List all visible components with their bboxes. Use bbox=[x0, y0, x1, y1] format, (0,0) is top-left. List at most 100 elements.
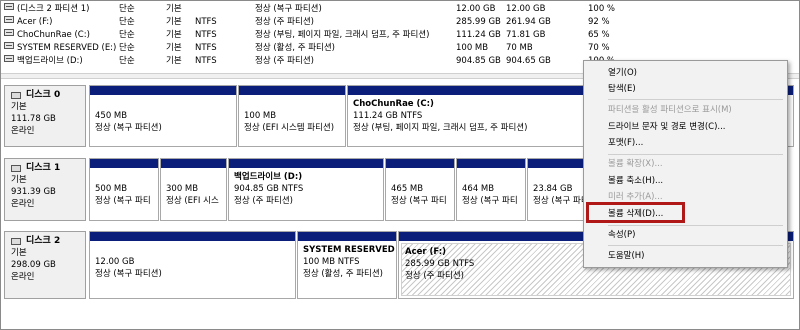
disk-info[interactable]: 디스크 0 기본 111.78 GB 온라인 bbox=[4, 85, 86, 147]
partition[interactable]: 12.00 GB 정상 (복구 파티션) bbox=[89, 231, 296, 299]
partition-size: 904.85 GB NTFS bbox=[234, 184, 304, 194]
volume-free-pct: 100 % bbox=[588, 4, 616, 14]
volume-type: 기본 bbox=[166, 4, 182, 14]
partition[interactable]: SYSTEM RESERVED ( 100 MB NTFS 정상 (활성, 주 … bbox=[297, 231, 397, 299]
disk-type: 기본 bbox=[11, 175, 27, 185]
partition[interactable]: 464 MB 정상 (복구 파티 bbox=[456, 158, 526, 221]
partition-bar bbox=[229, 159, 383, 168]
disk-icon bbox=[11, 237, 21, 245]
disk-icon bbox=[11, 164, 21, 172]
menu-item-change-letter[interactable]: 드라이브 문자 및 경로 변경(C)... bbox=[608, 119, 726, 135]
volume-fs: NTFS bbox=[195, 56, 217, 66]
partition-status: 정상 (복구 파티 bbox=[391, 196, 447, 206]
partition[interactable]: 백업드라이브 (D:) 904.85 GB NTFS 정상 (주 파티션) bbox=[228, 158, 384, 221]
volume-free-pct: 70 % bbox=[588, 43, 610, 53]
partition-status: 정상 (EFI 시스템 파티션) bbox=[244, 123, 335, 133]
menu-item-open[interactable]: 열기(O) bbox=[608, 65, 637, 81]
volume-free-pct: 92 % bbox=[588, 17, 610, 27]
volume-name: (디스크 2 파티션 1) bbox=[17, 4, 90, 14]
menu-separator bbox=[608, 154, 783, 155]
menu-item-format[interactable]: 포맷(F)... bbox=[608, 135, 643, 151]
menu-item-shrink[interactable]: 볼륨 축소(H)... bbox=[608, 173, 663, 189]
drive-icon bbox=[4, 16, 14, 23]
volume-fs: NTFS bbox=[195, 43, 217, 53]
volume-status: 정상 (부팅, 페이지 파일, 크래시 덤프, 주 파티션) bbox=[255, 30, 430, 40]
volume-free: 12.00 GB bbox=[506, 4, 546, 14]
drive-icon bbox=[4, 42, 14, 49]
partition[interactable]: 300 MB 정상 (EFI 시스 bbox=[160, 158, 227, 221]
volume-type: 기본 bbox=[166, 30, 182, 40]
volume-name: 백업드라이브 (D:) bbox=[17, 56, 83, 66]
volume-free: 261.94 GB bbox=[506, 17, 551, 27]
partition-size: 100 MB bbox=[244, 111, 277, 121]
volume-layout: 단순 bbox=[119, 30, 135, 40]
menu-separator bbox=[608, 225, 783, 226]
volume-layout: 단순 bbox=[119, 56, 135, 66]
disk-size: 298.09 GB bbox=[11, 260, 56, 270]
context-menu: 열기(O) 탐색(E) 파티션을 활성 파티션으로 표시(M) 드라이브 문자 … bbox=[583, 60, 788, 268]
menu-item-properties[interactable]: 속성(P) bbox=[608, 227, 635, 243]
volume-row[interactable]: (디스크 2 파티션 1) 단순 기본 정상 (복구 파티션) 12.00 GB… bbox=[1, 3, 799, 16]
highlight-annotation bbox=[586, 202, 685, 223]
partition-label bbox=[95, 244, 290, 256]
volume-row[interactable]: Acer (F:) 단순 기본 NTFS 정상 (주 파티션) 285.99 G… bbox=[1, 16, 799, 29]
disk-info[interactable]: 디스크 2 기본 298.09 GB 온라인 bbox=[4, 231, 86, 299]
partition-status: 정상 (복구 파티 bbox=[462, 196, 518, 206]
volume-name: ChoChunRae (C:) bbox=[17, 30, 90, 40]
volume-free: 71.81 GB bbox=[506, 30, 546, 40]
volume-capacity: 100 MB bbox=[456, 43, 489, 53]
partition-label bbox=[95, 171, 153, 183]
partition[interactable]: 500 MB 정상 (복구 파티 bbox=[89, 158, 159, 221]
partition[interactable]: 465 MB 정상 (복구 파티 bbox=[385, 158, 455, 221]
partition-status: 정상 (복구 파티션) bbox=[95, 123, 162, 133]
volume-capacity: 12.00 GB bbox=[456, 4, 496, 14]
partition-size: 500 MB bbox=[95, 184, 128, 194]
partition-status: 정상 (활성, 주 파티션) bbox=[303, 269, 384, 279]
volume-fs: NTFS bbox=[195, 17, 217, 27]
volume-status: 정상 (주 파티션) bbox=[255, 56, 314, 66]
partition-bar bbox=[90, 159, 158, 168]
disk-size: 111.78 GB bbox=[11, 114, 56, 124]
volume-capacity: 285.99 GB bbox=[456, 17, 501, 27]
partition-label bbox=[462, 171, 520, 183]
menu-item-extend[interactable]: 볼륨 확장(X)... bbox=[608, 156, 663, 172]
partition[interactable]: 450 MB 정상 (복구 파티션) bbox=[89, 85, 237, 147]
volume-type: 기본 bbox=[166, 43, 182, 53]
disk-info[interactable]: 디스크 1 기본 931.39 GB 온라인 bbox=[4, 158, 86, 221]
partition-label: 백업드라이브 (D:) bbox=[234, 172, 303, 182]
menu-item-explore[interactable]: 탐색(E) bbox=[608, 81, 636, 97]
volume-row[interactable]: SYSTEM RESERVED (E:) 단순 기본 NTFS 정상 (활성, … bbox=[1, 42, 799, 55]
menu-item-mark-active[interactable]: 파티션을 활성 파티션으로 표시(M) bbox=[608, 102, 732, 118]
partition-label: SYSTEM RESERVED ( bbox=[303, 245, 396, 255]
disk-type: 기본 bbox=[11, 102, 27, 112]
partition-size: 100 MB NTFS bbox=[303, 257, 360, 267]
partition-status: 정상 (복구 파티 bbox=[95, 196, 151, 206]
volume-type: 기본 bbox=[166, 17, 182, 27]
partition-size: 465 MB bbox=[391, 184, 424, 194]
volume-name: Acer (F:) bbox=[17, 17, 53, 27]
partition-bar bbox=[161, 159, 226, 168]
menu-separator bbox=[608, 245, 783, 246]
drive-icon bbox=[4, 29, 14, 36]
partition-status: 정상 (복구 파티션) bbox=[95, 269, 162, 279]
volume-capacity: 111.24 GB bbox=[456, 30, 501, 40]
volume-free: 70 MB bbox=[506, 43, 533, 53]
disk-icon bbox=[11, 91, 21, 99]
partition-bar bbox=[457, 159, 525, 168]
menu-item-help[interactable]: 도움말(H) bbox=[608, 248, 644, 264]
volume-status: 정상 (복구 파티션) bbox=[255, 4, 322, 14]
volume-row[interactable]: ChoChunRae (C:) 단순 기본 NTFS 정상 (부팅, 페이지 파… bbox=[1, 29, 799, 42]
volume-name: SYSTEM RESERVED (E:) bbox=[17, 43, 117, 53]
volume-free: 904.65 GB bbox=[506, 56, 551, 66]
partition[interactable]: 100 MB 정상 (EFI 시스템 파티션) bbox=[238, 85, 346, 147]
drive-icon bbox=[4, 3, 14, 10]
disk-state: 온라인 bbox=[11, 199, 35, 209]
volume-type: 기본 bbox=[166, 56, 182, 66]
volume-layout: 단순 bbox=[119, 4, 135, 14]
partition-bar bbox=[239, 86, 345, 95]
partition-size: 464 MB bbox=[462, 184, 495, 194]
disk-state: 온라인 bbox=[11, 126, 35, 136]
partition-bar bbox=[90, 232, 295, 241]
disk-name: 디스크 0 bbox=[26, 90, 61, 100]
partition-label bbox=[391, 171, 449, 183]
